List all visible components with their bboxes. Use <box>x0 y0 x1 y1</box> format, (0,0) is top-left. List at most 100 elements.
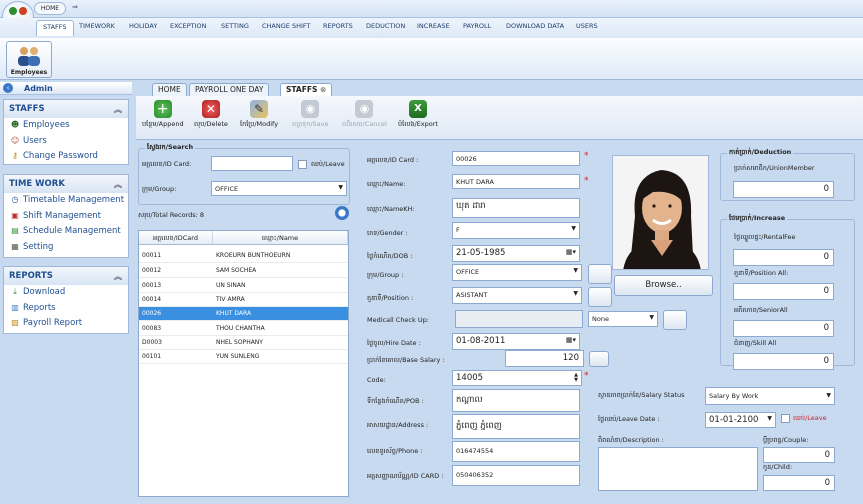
national-id-input[interactable]: 050406352 <box>452 465 580 486</box>
id-card-label: អត្តលេខ/ID Card : <box>367 156 419 164</box>
table-row[interactable]: D0003 NHEL SOPHANY <box>139 336 348 350</box>
chevron-up-icon[interactable]: ︽ <box>114 179 122 190</box>
save-button[interactable]: ◉ រក្សាទុក/Save <box>292 100 329 130</box>
medical-button[interactable] <box>663 310 687 330</box>
add-position-button[interactable] <box>588 287 612 307</box>
menu-setting[interactable]: SETTING <box>221 22 249 30</box>
sidebar-group-header[interactable]: STAFFS ︽ <box>4 100 128 118</box>
dropdown-arrow-icon[interactable]: ▼ <box>573 267 578 274</box>
leave-checkbox[interactable] <box>298 160 307 169</box>
menu-timework[interactable]: TIMEWORK <box>79 22 115 30</box>
home-quick-button[interactable]: HOME <box>34 2 66 15</box>
menu-download-data[interactable]: DOWNLOAD DATA <box>506 22 564 30</box>
sidebar-item-schedule[interactable]: ▤ Schedule Management <box>4 224 128 240</box>
menu-change-shift[interactable]: CHANGE SHIFT <box>262 22 310 30</box>
gender-select[interactable]: F ▼ <box>452 222 580 239</box>
base-salary-input[interactable]: 120 <box>505 350 584 367</box>
chevron-up-icon[interactable]: ︽ <box>114 271 122 282</box>
skill-all-input[interactable]: 0 <box>733 353 834 370</box>
delete-button[interactable]: ✕ លុប/Delete <box>194 100 228 130</box>
cancel-button[interactable]: ◉ បដិសេធ/Cancel <box>342 100 387 130</box>
menu-exception[interactable]: EXCEPTION <box>170 22 207 30</box>
phone-input[interactable]: 016474554 <box>452 441 580 462</box>
menu-reports[interactable]: REPORTS <box>323 22 353 30</box>
leave-date-datepicker[interactable]: 01-01-2100 ▼ <box>705 412 776 428</box>
rental-fee-input[interactable]: 0 <box>733 249 834 266</box>
dropdown-arrow-icon[interactable]: ▼ <box>573 290 578 297</box>
sidebar-item-change-password[interactable]: ⚷ Change Password <box>4 149 128 165</box>
browse-button[interactable]: Browse.. <box>614 275 713 296</box>
dropdown-arrow-icon[interactable]: ▼ <box>826 392 831 399</box>
description-textarea[interactable] <box>598 447 758 491</box>
menu-increase[interactable]: INCREASE <box>417 22 450 30</box>
calendar-icon[interactable]: ▦▾ <box>566 248 576 256</box>
tab-staffs[interactable]: STAFFS ⊗ <box>280 83 333 96</box>
senior-all-input[interactable]: 0 <box>733 320 834 337</box>
id-card-input[interactable]: 00026 <box>452 151 580 166</box>
sidebar-item-users[interactable]: ☺ Users <box>4 134 128 150</box>
table-row[interactable]: 00083 THOU CHANTHA <box>139 322 348 336</box>
position-all-input[interactable]: 0 <box>733 283 834 300</box>
sidebar-group-header[interactable]: REPORTS ︽ <box>4 267 128 285</box>
staff-table: អត្តលេខ/IDCard ឈ្មោះ/Name 00011 KROEURN B… <box>138 230 349 497</box>
table-row[interactable]: 00014 TIV AMRA <box>139 293 348 307</box>
medical-select[interactable]: None ▼ <box>588 311 658 327</box>
sidebar-item-payroll-report[interactable]: ▧ Payroll Report <box>4 316 128 332</box>
position-select[interactable]: ASISTANT ▼ <box>452 287 582 304</box>
chevron-up-icon[interactable]: ︽ <box>114 104 122 115</box>
menu-deduction[interactable]: DEDUCTION <box>366 22 405 30</box>
search-group-select[interactable]: OFFICE ▼ <box>211 181 347 196</box>
salary-status-select[interactable]: Salary By Work ▼ <box>705 387 835 405</box>
sidebar-item-shift[interactable]: ▣ Shift Management <box>4 209 128 225</box>
sidebar-item-setting[interactable]: ▦ Setting <box>4 240 128 256</box>
employees-ribbon-button[interactable]: Employees <box>6 41 52 78</box>
table-row-selected[interactable]: 00026 KHUT DARA <box>139 307 348 321</box>
menu-staffs[interactable]: STAFFS <box>36 20 74 36</box>
tab-payroll-one-day[interactable]: PAYROLL ONE DAY <box>189 83 270 96</box>
tab-home[interactable]: HOME <box>152 83 187 96</box>
salary-button[interactable] <box>589 351 609 367</box>
export-button[interactable]: X បំលែង/Export <box>398 100 438 130</box>
child-input[interactable]: 0 <box>763 475 835 491</box>
table-row[interactable]: 00101 YUN SUNLENG <box>139 350 348 364</box>
code-stepper[interactable]: 14005 ▲ ▼ <box>452 370 582 386</box>
sidebar-item-employees[interactable]: ☻ Employees <box>4 118 128 134</box>
menu-payroll[interactable]: PAYROLL <box>463 22 491 30</box>
sidebar-item-download[interactable]: ⤓ Download <box>4 285 128 301</box>
leave-date-checkbox[interactable] <box>781 414 790 423</box>
pob-input[interactable]: កណ្ដាល <box>452 389 580 412</box>
dropdown-arrow-icon[interactable]: ▼ <box>338 184 343 191</box>
calendar-icon[interactable]: ▦▾ <box>566 336 576 344</box>
column-header-name[interactable]: ឈ្មោះ/Name <box>213 231 348 245</box>
search-id-input[interactable] <box>211 156 293 171</box>
menu-users[interactable]: USERS <box>576 22 598 30</box>
name-kh-input[interactable]: ឃុត ដារា <box>452 198 580 218</box>
sidebar-item-reports[interactable]: ▥ Reports <box>4 301 128 317</box>
hire-date-datepicker[interactable]: 01-08-2011 ▦▾ <box>452 333 580 350</box>
dob-datepicker[interactable]: 21-05-1985 ▦▾ <box>452 245 580 262</box>
dropdown-arrow-icon[interactable]: ▼ <box>571 225 576 232</box>
stepper-arrows-icon[interactable]: ▲ ▼ <box>574 373 578 383</box>
modify-button[interactable]: ✎ កែប្រែ/Modify <box>240 100 278 130</box>
dropdown-arrow-icon[interactable]: ▼ <box>767 415 772 422</box>
union-member-input[interactable]: 0 <box>733 181 834 198</box>
address-input[interactable]: ភ្នំពេញ ភ្នំពេញ <box>452 414 580 439</box>
add-group-button[interactable] <box>588 264 612 284</box>
append-button[interactable]: + បន្ថែម/Append <box>142 100 184 130</box>
quick-access-icon[interactable]: ⇒ <box>72 3 78 11</box>
table-row[interactable]: 00011 KROEURN BUNTHOEURN <box>139 249 348 263</box>
table-row[interactable]: 00013 UN SINAN <box>139 279 348 293</box>
back-icon[interactable]: ‹ <box>3 83 13 93</box>
menu-holiday[interactable]: HOLIDAY <box>129 22 157 30</box>
couple-input[interactable]: 0 <box>763 447 835 463</box>
column-header-id[interactable]: អត្តលេខ/IDCard <box>139 231 213 245</box>
medical-input[interactable] <box>455 310 583 328</box>
name-input[interactable]: KHUT DARA <box>452 174 580 189</box>
close-icon[interactable]: ⊗ <box>320 85 326 94</box>
sidebar-item-timetable[interactable]: ◷ Timetable Management <box>4 193 128 209</box>
group-select[interactable]: OFFICE ▼ <box>452 264 582 281</box>
dropdown-arrow-icon[interactable]: ▼ <box>649 314 654 321</box>
sidebar-group-header[interactable]: TIME WORK ︽ <box>4 175 128 193</box>
table-row[interactable]: 00012 SAM SOCHEA <box>139 264 348 278</box>
search-icon[interactable] <box>335 206 349 220</box>
